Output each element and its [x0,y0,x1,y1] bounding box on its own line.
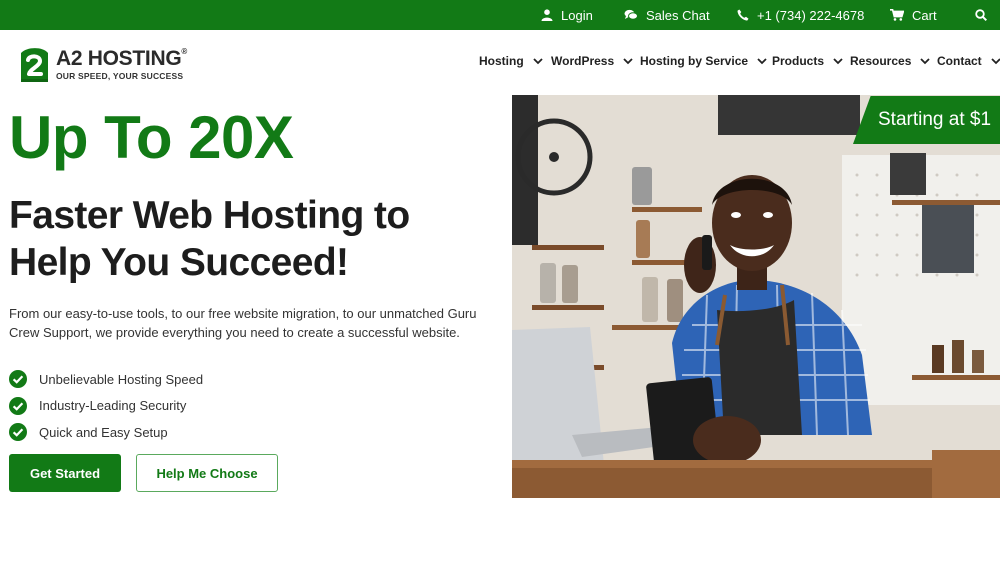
registered-mark: ® [181,46,187,56]
login-label: Login [561,7,593,23]
nav-item-label: Contact [937,54,982,68]
feature-item: Unbelievable Hosting Speed [9,366,203,393]
nav-item-label: Hosting by Service [640,54,749,68]
chevron-down-icon [920,57,931,64]
phone-number: +1 (734) 222-4678 [757,7,865,23]
hero-description: From our easy-to-use tools, to our free … [9,306,477,340]
nav-products[interactable]: Products [772,54,843,68]
phone-icon [737,9,749,21]
top-utility-bar: Login Sales Chat +1 (734) 222-4678 Cart [0,0,1000,30]
nav-item-label: Resources [850,54,912,68]
brand-name: A2 HOSTING [56,46,182,70]
nav-wordpress[interactable]: WordPress [551,54,633,68]
chevron-down-icon [757,57,767,64]
help-me-choose-button[interactable]: Help Me Choose [136,454,278,492]
nav-item-label: Products [772,54,825,68]
a2-logo-icon [21,48,48,82]
hero-photo [512,95,1000,498]
feature-item: Quick and Easy Setup [9,419,203,446]
check-circle-icon [9,423,27,442]
feature-list: Unbelievable Hosting Speed Industry-Lead… [9,366,203,446]
nav-item-label: Hosting [479,54,524,68]
login-link[interactable]: Login [541,0,593,30]
check-circle-icon [9,370,27,389]
search-button[interactable] [975,0,987,30]
cart-label: Cart [912,7,937,23]
chat-icon [624,9,638,20]
feature-item: Industry-Leading Security [9,393,203,420]
brand-tagline: OUR SPEED, YOUR SUCCESS [56,70,184,81]
brand-logo[interactable]: A2 HOSTING® OUR SPEED, YOUR SUCCESS [18,44,193,84]
chevron-down-icon [833,57,843,64]
check-circle-icon [9,396,27,415]
main-header: A2 HOSTING® OUR SPEED, YOUR SUCCESS Host… [0,30,1000,94]
chevron-down-icon [991,57,1000,64]
starting-price-badge[interactable]: Starting at $1 [853,96,1000,144]
nav-resources[interactable]: Resources [850,54,931,68]
get-started-button[interactable]: Get Started [9,454,121,492]
user-icon [541,9,553,21]
hero-subheadline: Faster Web Hosting to Help You Succeed! [9,194,410,284]
feature-label: Industry-Leading Security [39,398,187,414]
sales-chat-label: Sales Chat [646,7,710,23]
feature-label: Quick and Easy Setup [39,424,168,440]
chevron-down-icon [533,57,543,64]
cart-link[interactable]: Cart [890,0,937,30]
nav-hosting-by-service[interactable]: Hosting by Service [640,54,767,68]
nav-item-label: WordPress [551,54,615,68]
phone-link[interactable]: +1 (734) 222-4678 [737,0,864,30]
search-icon [975,9,987,21]
nav-contact[interactable]: Contact [937,54,1000,68]
nav-hosting[interactable]: Hosting [479,54,543,68]
cart-icon [890,9,904,21]
sales-chat-link[interactable]: Sales Chat [624,0,710,30]
feature-label: Unbelievable Hosting Speed [39,371,204,387]
chevron-down-icon [623,57,633,64]
hero-headline: Up To 20X [9,104,294,171]
hero-photo-illustration [512,95,1000,498]
